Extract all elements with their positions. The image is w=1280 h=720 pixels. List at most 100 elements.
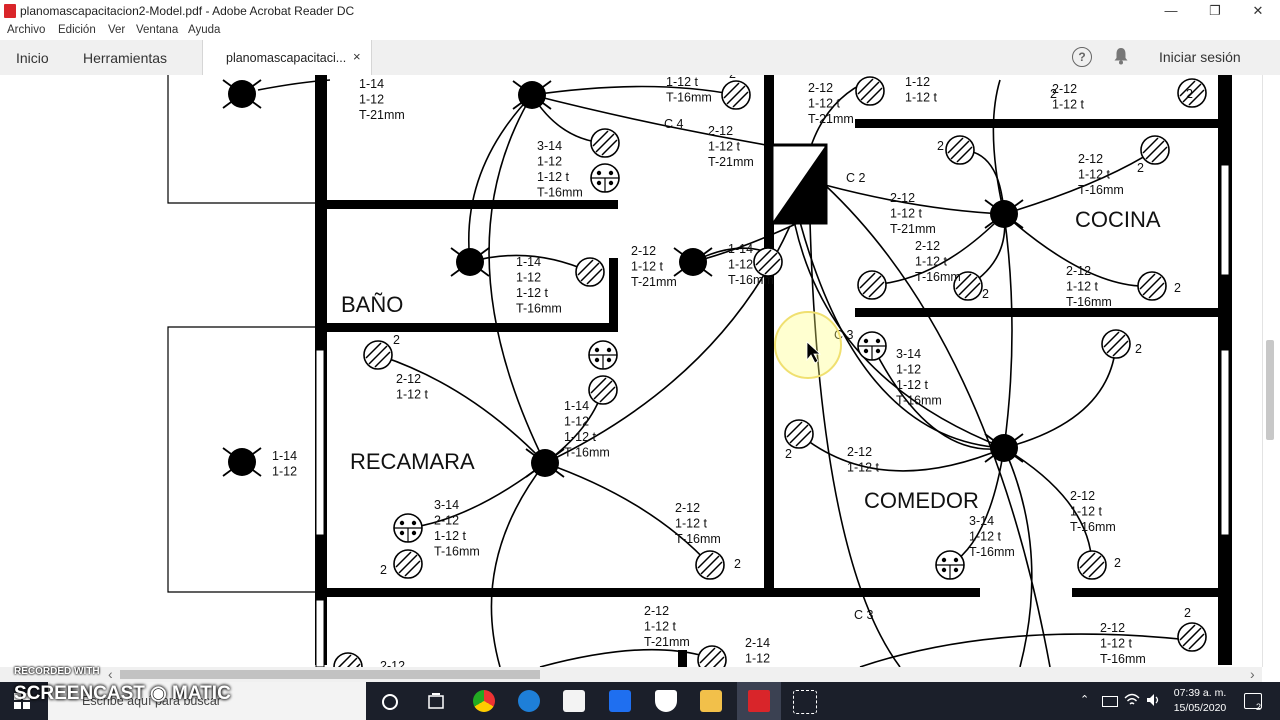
bell-icon[interactable] [1113, 47, 1129, 65]
chevron-up-icon[interactable]: ⌃ [1080, 693, 1089, 706]
wifi-icon[interactable] [1124, 693, 1140, 707]
wiring-label: C 3 [854, 608, 874, 622]
outlet-icon [945, 135, 975, 165]
acrobat-icon [4, 4, 16, 18]
wiring-label: 1-14 1-12 [272, 449, 297, 479]
outlet-count-label: 2 [1174, 281, 1181, 295]
ceiling-light-icon [673, 247, 713, 277]
security-shield-icon[interactable] [655, 690, 677, 712]
outlet-count-label: 2 [785, 447, 792, 461]
sign-in-link[interactable]: Iniciar sesión [1159, 49, 1241, 65]
close-tab-icon[interactable]: × [353, 49, 361, 64]
outlet-icon [1101, 329, 1131, 359]
notification-count-badge: 2 [1256, 702, 1262, 712]
switch-icon [935, 550, 965, 580]
menu-edicion[interactable]: Edición [58, 24, 96, 36]
document-canvas[interactable]: BAÑO RECAMARA COCINA COMEDOR 1-14 1-12 T-21mm 1… [0, 75, 1262, 667]
tab-inicio[interactable]: Inicio [16, 50, 49, 66]
wiring-label: 2-12 1-12 t T-16mm [1078, 152, 1124, 197]
wiring-label: C 2 [846, 171, 866, 185]
outlet-icon [695, 550, 725, 580]
wiring-label: 2-12 1-12 t [396, 372, 428, 402]
wiring-label: 2-12 1-12 t T-16mm [675, 501, 721, 546]
wiring-label: 2-14 1-12 [745, 636, 770, 666]
ceiling-light-icon [512, 80, 552, 110]
outlet-icon [784, 419, 814, 449]
outlet-count-label: 2 [393, 333, 400, 347]
title-bar: planomascapacitacion2-Model.pdf - Adobe … [0, 0, 1280, 22]
wiring-label: 2-12 1-12 t T-21mm [808, 81, 854, 126]
menu-ayuda[interactable]: Ayuda [188, 24, 220, 36]
outlet-icon [721, 80, 751, 110]
edge-icon[interactable] [518, 690, 540, 712]
horizontal-scroll-thumb[interactable] [120, 670, 540, 679]
wiring-label: 1-14 1-12 1-12 t T-16mm [516, 255, 562, 316]
outlet-count-label: 2 [1137, 161, 1144, 175]
chrome-icon[interactable] [473, 690, 495, 712]
outlet-count-label: 2 [1184, 606, 1191, 620]
store-icon[interactable] [563, 690, 585, 712]
scroll-right-arrow[interactable]: › [1250, 666, 1255, 682]
menu-ver[interactable]: Ver [108, 24, 125, 36]
outlet-icon [855, 76, 885, 106]
floor-plan: BAÑO RECAMARA COCINA COMEDOR 1-14 1-12 T-21mm 1… [167, 75, 1232, 667]
cortana-icon[interactable] [380, 692, 400, 712]
wiring-label: 2-12 1-12 t T-21mm [890, 191, 936, 236]
menu-ventana[interactable]: Ventana [136, 24, 178, 36]
wiring-label: 1-12 t T-16mm [666, 75, 712, 105]
clock-date: 15/05/2020 [1173, 702, 1227, 714]
outlet-icon [1137, 271, 1167, 301]
acrobat-taskbar-icon [748, 690, 770, 712]
clock-time: 07:39 a. m. [1173, 687, 1227, 699]
outlet-icon [753, 247, 783, 277]
close-window-button[interactable]: ✕ [1236, 0, 1280, 22]
ceiling-light-icon [450, 247, 490, 277]
wiring-label: C 4 [664, 117, 684, 131]
outlet-count-label: 2 [1114, 556, 1121, 570]
outlet-count-label: 2 [734, 557, 741, 571]
menu-archivo[interactable]: Archivo [7, 24, 45, 36]
wiring-label: 2-12 [380, 659, 405, 667]
tab-document[interactable]: planomascapacitaci... × [202, 40, 372, 75]
switch-icon [590, 163, 620, 193]
wiring-label: 2-12 1-12 t T-16mm [1066, 264, 1112, 309]
outlet-count-label: 2 [982, 287, 989, 301]
file-explorer-icon[interactable] [700, 690, 722, 712]
battery-icon[interactable] [1102, 696, 1118, 707]
outlet-icon [393, 549, 423, 579]
horizontal-scrollbar[interactable]: ‹ › [0, 666, 1262, 682]
scroll-left-arrow[interactable]: ‹ [108, 666, 113, 682]
taskbar-clock[interactable]: 07:39 a. m. 15/05/2020 [1168, 686, 1232, 716]
snipping-tool-icon[interactable] [793, 690, 817, 714]
outlet-icon [697, 645, 727, 667]
wiring-label: 2-12 1-12 t T-16mm [1070, 489, 1116, 534]
acrobat-taskbar-active[interactable] [737, 682, 781, 720]
switch-icon [588, 340, 618, 370]
vertical-scrollbar[interactable] [1266, 340, 1274, 440]
ceiling-light-icon [222, 79, 262, 109]
volume-icon[interactable] [1146, 693, 1162, 707]
dropbox-icon[interactable] [609, 690, 631, 712]
room-name: COCINA [1075, 207, 1161, 232]
switch-icon [857, 331, 887, 361]
switch-icon [393, 513, 423, 543]
minimize-button[interactable]: — [1149, 0, 1193, 22]
exterior-walls [167, 75, 318, 593]
tab-herramientas[interactable]: Herramientas [83, 50, 167, 66]
document-tab-label: planomascapacitaci... [226, 51, 347, 65]
ceiling-light-icon [984, 199, 1024, 229]
outlet-icon [333, 652, 363, 667]
outlet-count-label: 2 [937, 139, 944, 153]
maximize-button[interactable]: ❐ [1193, 0, 1237, 22]
outlet-icon [1077, 550, 1107, 580]
panel-board [770, 143, 828, 225]
wiring-label: 3-14 1-12 1-12 t T-16mm [537, 139, 583, 200]
outlet-icon [575, 257, 605, 287]
room-name: RECAMARA [350, 449, 475, 474]
task-view-icon[interactable] [426, 692, 446, 712]
ceiling-light-icon [984, 433, 1024, 463]
screencastomatic-logo: SCREENCAST ◉ MATIC [14, 683, 231, 704]
wiring-label: 2-12 1-12 t T-16mm [1100, 621, 1146, 666]
help-icon[interactable]: ? [1072, 47, 1092, 67]
outlet-count-label: 2 [380, 563, 387, 577]
